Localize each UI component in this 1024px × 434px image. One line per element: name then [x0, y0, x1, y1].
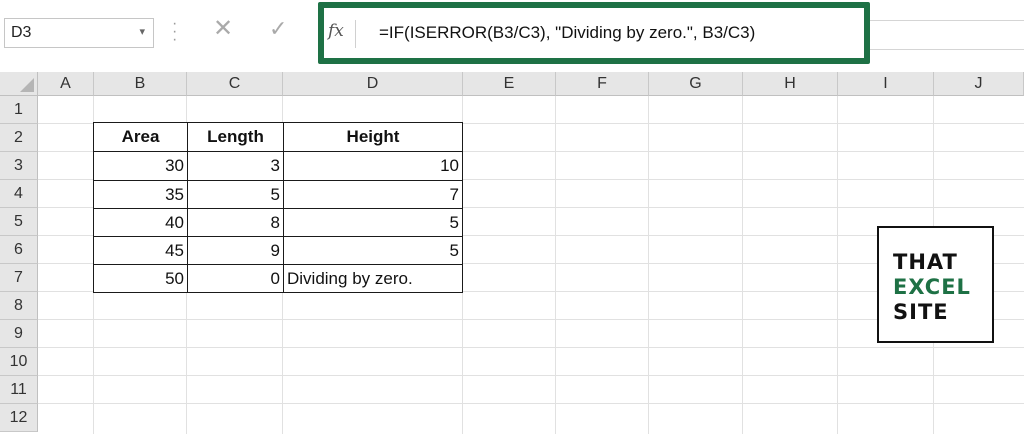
cell-c4[interactable]: 5 [187, 180, 284, 209]
cell-d6[interactable]: 5 [283, 236, 463, 265]
cell-d4[interactable]: 7 [283, 180, 463, 209]
chevron-down-icon[interactable]: ▾ [139, 25, 145, 38]
row-header-9[interactable]: 9 [0, 320, 38, 348]
row-header-7[interactable]: 7 [0, 264, 38, 292]
cell-d2[interactable]: Height [283, 122, 463, 152]
row-header-12[interactable]: 12 [0, 404, 38, 432]
drag-handle-icon: · · · [172, 15, 178, 48]
cell-b7[interactable]: 50 [93, 264, 188, 293]
column-header-g[interactable]: G [649, 72, 743, 96]
cell-d3[interactable]: 10 [283, 151, 463, 181]
name-box-value: D3 [11, 24, 32, 41]
row-header-10[interactable]: 10 [0, 348, 38, 376]
logo-line-1: THAT [893, 250, 958, 274]
column-header-f[interactable]: F [556, 72, 649, 96]
row-header-8[interactable]: 8 [0, 292, 38, 320]
column-header-h[interactable]: H [743, 72, 838, 96]
column-header-a[interactable]: A [38, 72, 94, 96]
row-header-6[interactable]: 6 [0, 236, 38, 264]
formula-bar-extension [870, 20, 1024, 50]
spreadsheet-grid[interactable]: A B C D E F G H I J 1 2 3 4 5 6 7 8 9 10… [0, 72, 1024, 434]
cell-b5[interactable]: 40 [93, 208, 188, 237]
formula-bar-row: D3 ▾ · · · ✕ ✓ fx =IF(ISERROR(B3/C3), "Div… [0, 0, 1024, 64]
cell-b2[interactable]: Area [93, 122, 188, 152]
cancel-icon[interactable]: ✕ [213, 14, 233, 43]
cell-c6[interactable]: 9 [187, 236, 284, 265]
cell-d5[interactable]: 5 [283, 208, 463, 237]
gridline [742, 96, 743, 434]
that-excel-site-logo: THAT EXCEL SITE [877, 226, 994, 343]
cell-c2[interactable]: Length [187, 122, 284, 152]
cell-b4[interactable]: 35 [93, 180, 188, 209]
gridline [38, 375, 1024, 376]
column-header-d[interactable]: D [283, 72, 463, 96]
select-all-button[interactable] [0, 72, 38, 96]
gridline [837, 96, 838, 434]
cell-c7[interactable]: 0 [187, 264, 284, 293]
cell-c3[interactable]: 3 [187, 151, 284, 181]
row-header-5[interactable]: 5 [0, 208, 38, 236]
cell-b3[interactable]: 30 [93, 151, 188, 181]
row-header-1[interactable]: 1 [0, 96, 38, 124]
cell-d7[interactable]: Dividing by zero. [283, 264, 463, 293]
enter-check-icon[interactable]: ✓ [269, 16, 287, 42]
gridline [555, 96, 556, 434]
row-header-2[interactable]: 2 [0, 124, 38, 152]
row-header-4[interactable]: 4 [0, 180, 38, 208]
cell-b6[interactable]: 45 [93, 236, 188, 265]
logo-line-3: SITE [893, 300, 949, 324]
cell-c5[interactable]: 8 [187, 208, 284, 237]
column-header-b[interactable]: B [94, 72, 187, 96]
gridline [38, 403, 1024, 404]
row-header-11[interactable]: 11 [0, 376, 38, 404]
column-header-e[interactable]: E [463, 72, 556, 96]
name-box[interactable]: D3 ▾ [4, 18, 154, 48]
logo-line-2: EXCEL [893, 275, 971, 299]
gridline [38, 347, 1024, 348]
select-all-icon [20, 78, 34, 92]
column-header-j[interactable]: J [934, 72, 1024, 96]
column-header-i[interactable]: I [838, 72, 934, 96]
column-header-c[interactable]: C [187, 72, 283, 96]
formula-highlight-box [318, 2, 870, 64]
row-header-3[interactable]: 3 [0, 152, 38, 180]
gridline [648, 96, 649, 434]
